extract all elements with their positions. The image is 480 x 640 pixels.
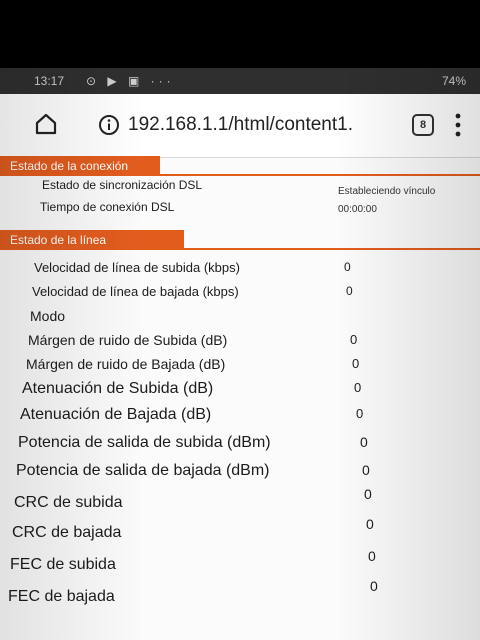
row-label: Velocidad de línea de subida (kbps) xyxy=(34,260,240,275)
row-value: 0 xyxy=(362,462,370,478)
phone-screen: 13:17 ⊙ ▶ ▣ ··· 74% 192.168.1.1/html/con… xyxy=(0,68,480,640)
section-header-line: Estado de la línea xyxy=(0,230,184,250)
row-label: Márgen de ruido de Subida (dB) xyxy=(28,332,228,348)
row-value: 0 xyxy=(354,380,362,395)
more-vert-icon[interactable] xyxy=(454,112,462,138)
row-value: 0 xyxy=(356,406,364,421)
row-value: 0 xyxy=(350,332,358,347)
row-label: Potencia de salida de subida (dBm) xyxy=(18,434,271,451)
row-value: 0 xyxy=(344,260,351,274)
battery-level: 74% xyxy=(441,74,466,88)
row-value: 0 xyxy=(346,284,353,298)
row-label: Atenuación de Bajada (dB) xyxy=(20,406,212,423)
section-header-connection: Estado de la conexión xyxy=(0,156,160,176)
browser-address-bar: 192.168.1.1/html/content1. 8 xyxy=(0,94,480,158)
row-label: Tiempo de conexión DSL xyxy=(40,200,175,214)
status-time: 13:17 xyxy=(34,74,65,88)
row-value: 00:00:00 xyxy=(338,204,377,215)
row-value: 0 xyxy=(370,578,378,594)
row-label: FEC de bajada xyxy=(8,588,115,605)
row-label: Atenuación de Subida (dB) xyxy=(22,380,214,397)
row-value: 0 xyxy=(368,548,376,564)
row-label: Estado de sincronización DSL xyxy=(42,178,203,192)
home-icon[interactable] xyxy=(34,112,58,136)
row-label: Márgen de ruido de Bajada (dB) xyxy=(26,356,226,372)
row-value: 0 xyxy=(360,434,368,450)
row-value: Estableciendo vínculo xyxy=(338,186,436,197)
row-label: FEC de subida xyxy=(10,556,116,573)
section-divider xyxy=(0,248,480,250)
notification-icons: ⊙ ▶ ▣ ··· xyxy=(86,74,175,88)
row-label: CRC de bajada xyxy=(12,524,122,541)
url-field[interactable]: 192.168.1.1/html/content1. xyxy=(128,114,398,136)
row-value: 0 xyxy=(366,516,374,532)
section-divider xyxy=(0,174,480,176)
tab-switcher-button[interactable]: 8 xyxy=(412,114,434,136)
row-label: CRC de subida xyxy=(14,494,123,511)
row-label: Modo xyxy=(30,308,66,324)
row-value: 0 xyxy=(364,486,372,502)
info-icon[interactable] xyxy=(98,114,120,136)
row-value: 0 xyxy=(352,356,360,371)
row-label: Velocidad de línea de bajada (kbps) xyxy=(32,284,239,299)
row-label: Potencia de salida de bajada (dBm) xyxy=(16,462,270,479)
status-bar: 13:17 ⊙ ▶ ▣ ··· 74% xyxy=(0,68,480,94)
